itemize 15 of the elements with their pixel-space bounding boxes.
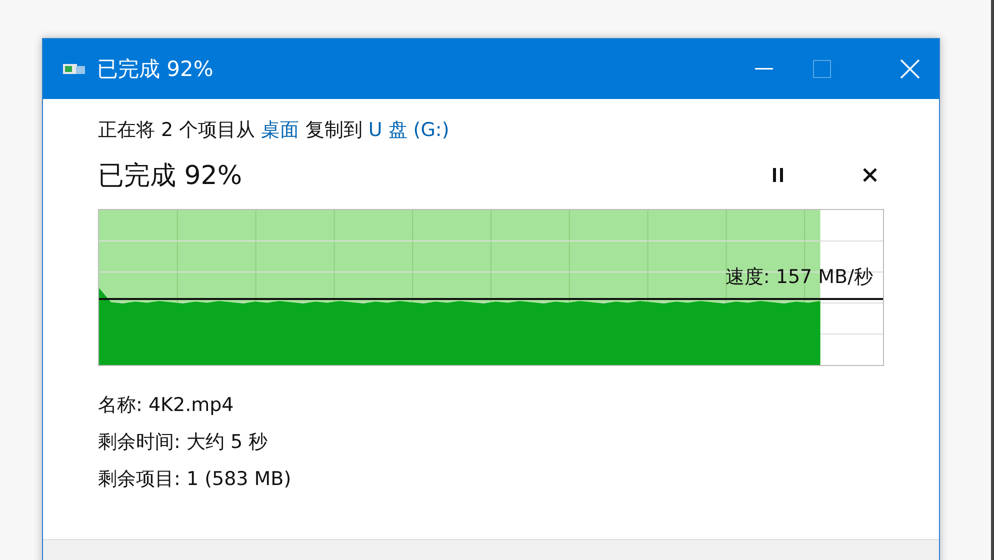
- copy-summary: 正在将 2 个项目从 桌面 复制到 U 盘 (G:): [98, 118, 450, 143]
- close-icon: [863, 168, 877, 182]
- minimize-icon: [755, 68, 773, 70]
- detail-text: 剩余项目: 1 (583 MB): [98, 467, 292, 492]
- location-link[interactable]: 桌面: [261, 119, 300, 141]
- window-title: 已完成 92%: [97, 56, 214, 83]
- speed-label: 速度: 157 MB/秒: [725, 265, 873, 290]
- copy-icon: [63, 62, 85, 76]
- detail-text: 名称: 4K2.mp4: [98, 393, 235, 418]
- close-icon: [900, 59, 920, 79]
- maximize-icon: [813, 60, 831, 78]
- location-link[interactable]: U 盘 (G:): [368, 119, 450, 141]
- pause-icon: [772, 167, 784, 183]
- progress-status: 已完成 92%: [98, 160, 244, 192]
- detail-text: 剩余时间: 大约 5 秒: [98, 430, 269, 455]
